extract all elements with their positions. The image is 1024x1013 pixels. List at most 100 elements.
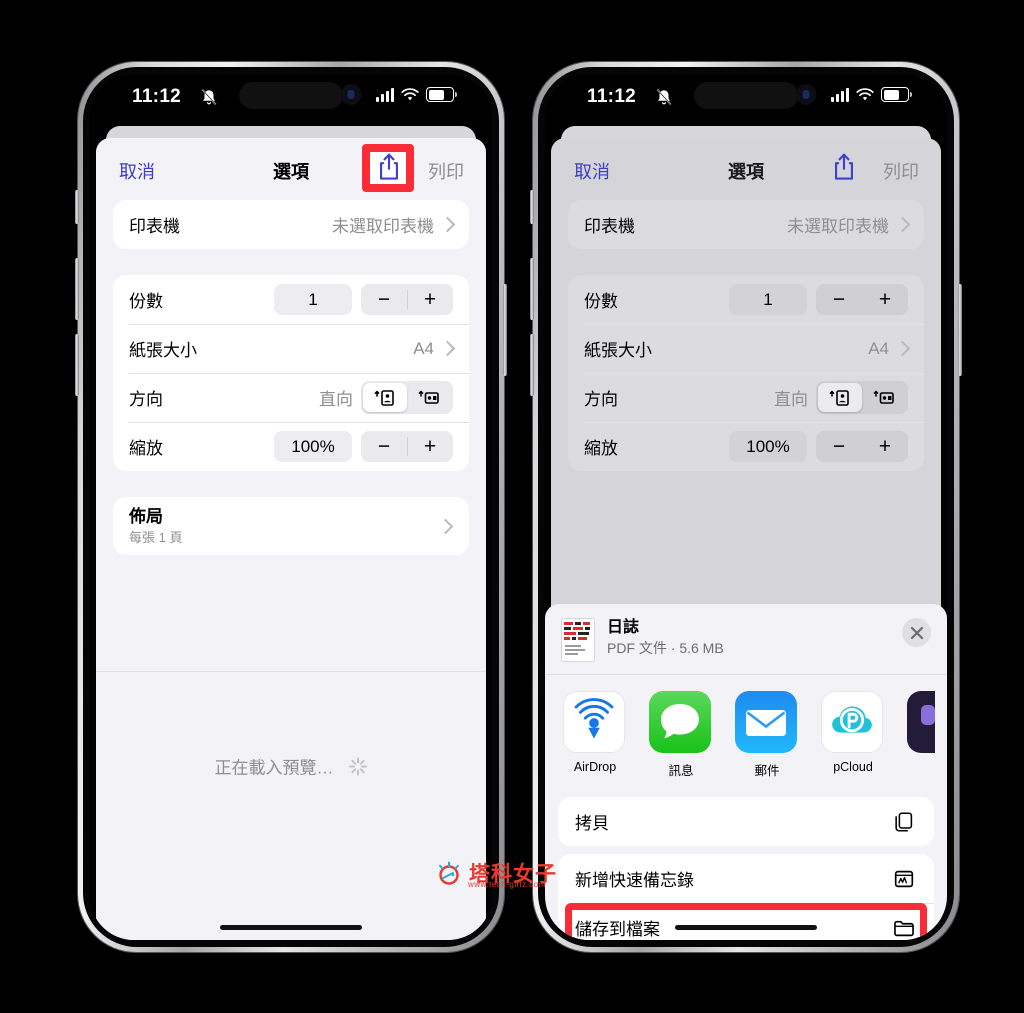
scale-row[interactable]: 縮放 100% − +: [113, 422, 469, 471]
share-icon[interactable]: [831, 152, 857, 182]
share-icon[interactable]: [376, 152, 402, 182]
portrait-orientation-icon[interactable]: [818, 383, 862, 412]
mute-switch[interactable]: [75, 190, 79, 224]
share-app-mail[interactable]: 郵件: [735, 691, 799, 779]
print-settings-card: 份數 1 − + 紙張大小 A4 方向 直向 縮放 100% − +: [568, 275, 924, 471]
share-app-row[interactable]: AirDrop 訊息 郵件 pCloud: [545, 675, 947, 789]
battery-icon: [881, 87, 912, 102]
chevron-right-icon: [894, 340, 911, 357]
scale-plus-button[interactable]: +: [407, 436, 453, 457]
share-action-card-copy: 拷貝: [558, 797, 934, 846]
share-app-airdrop[interactable]: AirDrop: [563, 691, 627, 779]
share-action-copy[interactable]: 拷貝: [558, 797, 934, 846]
scale-row[interactable]: 縮放 100% − +: [568, 422, 924, 471]
mute-switch[interactable]: [530, 190, 534, 224]
scale-plus-button[interactable]: +: [862, 436, 908, 457]
volume-down-button[interactable]: [75, 334, 79, 396]
share-app-messages[interactable]: 訊息: [649, 691, 713, 779]
close-icon[interactable]: [902, 618, 931, 647]
scale-minus-button[interactable]: −: [816, 436, 862, 457]
paper-size-row[interactable]: 紙張大小 A4: [113, 324, 469, 373]
copies-minus-button[interactable]: −: [816, 289, 862, 310]
phone-screen-right: 11:12 取消 選項 列印 印表機 未選取印表機 份數 1 − + 紙張大小 …: [545, 74, 947, 940]
share-app-label: 郵件: [754, 764, 780, 778]
layout-row[interactable]: 佈局 每張 1 頁: [113, 497, 469, 555]
print-sheet-wrapper: 取消 選項 列印 印表機 未選取印表機 份數 1 − + 紙張大小 A4 方向 …: [90, 126, 492, 940]
copies-value: 1: [274, 284, 352, 315]
page-title: 選項: [728, 162, 764, 182]
printer-card: 印表機 未選取印表機: [568, 200, 924, 249]
copies-minus-button[interactable]: −: [361, 289, 407, 310]
document-title: 日誌: [607, 619, 640, 636]
orientation-segmented-control[interactable]: [361, 381, 453, 414]
share-action-save-to-files[interactable]: 儲存到檔案: [558, 903, 934, 940]
landscape-orientation-icon[interactable]: [407, 383, 451, 412]
partial-app-icon: [907, 691, 935, 753]
cancel-button[interactable]: 取消: [119, 158, 155, 184]
home-indicator[interactable]: [220, 925, 362, 930]
status-indicators: [831, 87, 912, 102]
scale-stepper[interactable]: − +: [361, 431, 453, 462]
copies-plus-button[interactable]: +: [862, 289, 908, 310]
copies-row[interactable]: 份數 1 − +: [113, 275, 469, 324]
orientation-row[interactable]: 方向 直向: [568, 373, 924, 422]
volume-down-button[interactable]: [530, 334, 534, 396]
wifi-icon: [856, 87, 874, 100]
folder-icon: [891, 915, 917, 941]
home-indicator[interactable]: [675, 925, 817, 930]
portrait-orientation-icon[interactable]: [363, 383, 407, 412]
printer-value: 未選取印表機: [332, 217, 434, 236]
printer-label: 印表機: [129, 217, 180, 236]
volume-up-button[interactable]: [75, 258, 79, 320]
power-button[interactable]: [503, 284, 507, 376]
orientation-segmented-control[interactable]: [816, 381, 908, 414]
chevron-right-icon: [439, 340, 456, 357]
volume-up-button[interactable]: [530, 258, 534, 320]
printer-card: 印表機 未選取印表機: [113, 200, 469, 249]
share-action-quick-note[interactable]: 新增快速備忘錄: [558, 854, 934, 903]
printer-row[interactable]: 印表機 未選取印表機: [568, 200, 924, 249]
copy-icon: [891, 809, 917, 835]
watermark-logo-icon: [434, 858, 464, 888]
status-bar: 11:12: [90, 74, 492, 126]
copies-plus-button[interactable]: +: [407, 289, 453, 310]
print-button[interactable]: 列印: [428, 158, 464, 184]
cancel-button[interactable]: 取消: [574, 158, 610, 184]
scale-minus-button[interactable]: −: [361, 436, 407, 457]
copies-row[interactable]: 份數 1 − +: [568, 275, 924, 324]
paper-size-value: A4: [868, 338, 889, 358]
share-app-label: AirDrop: [573, 760, 617, 774]
share-app-partial[interactable]: [907, 691, 935, 779]
status-time: 11:12: [587, 86, 637, 107]
print-preview-area: 正在載入預覽…: [96, 672, 486, 940]
landscape-orientation-icon[interactable]: [862, 383, 906, 412]
loading-spinner-icon: [348, 756, 368, 776]
orientation-row[interactable]: 方向 直向: [113, 373, 469, 422]
share-action-label: 拷貝: [575, 814, 609, 833]
quick-note-icon: [891, 866, 917, 892]
scale-stepper[interactable]: − +: [816, 431, 908, 462]
share-app-pcloud[interactable]: pCloud: [821, 691, 885, 779]
watermark: 塔科女子 www.tech-girlz.com: [434, 858, 557, 889]
copies-stepper[interactable]: − +: [816, 284, 908, 315]
wifi-icon: [401, 87, 419, 100]
sheet-navbar: 取消 選項 列印: [96, 138, 486, 200]
orientation-label: 方向: [584, 390, 618, 409]
front-camera: [795, 84, 817, 105]
print-button[interactable]: 列印: [883, 158, 919, 184]
print-settings-card: 份數 1 − + 紙張大小 A4 方向 直向 縮放 100% − +: [113, 275, 469, 471]
share-app-label: 訊息: [668, 764, 694, 778]
paper-size-label: 紙張大小: [129, 341, 197, 360]
orientation-value: 直向: [774, 390, 808, 409]
mail-icon: [735, 691, 797, 753]
copies-stepper[interactable]: − +: [361, 284, 453, 315]
printer-row[interactable]: 印表機 未選取印表機: [113, 200, 469, 249]
layout-sublabel: 每張 1 頁: [129, 529, 183, 545]
paper-size-row[interactable]: 紙張大小 A4: [568, 324, 924, 373]
power-button[interactable]: [958, 284, 962, 376]
chevron-right-icon: [439, 216, 456, 233]
layout-label: 佈局: [129, 507, 163, 526]
status-bar: 11:12: [545, 74, 947, 126]
